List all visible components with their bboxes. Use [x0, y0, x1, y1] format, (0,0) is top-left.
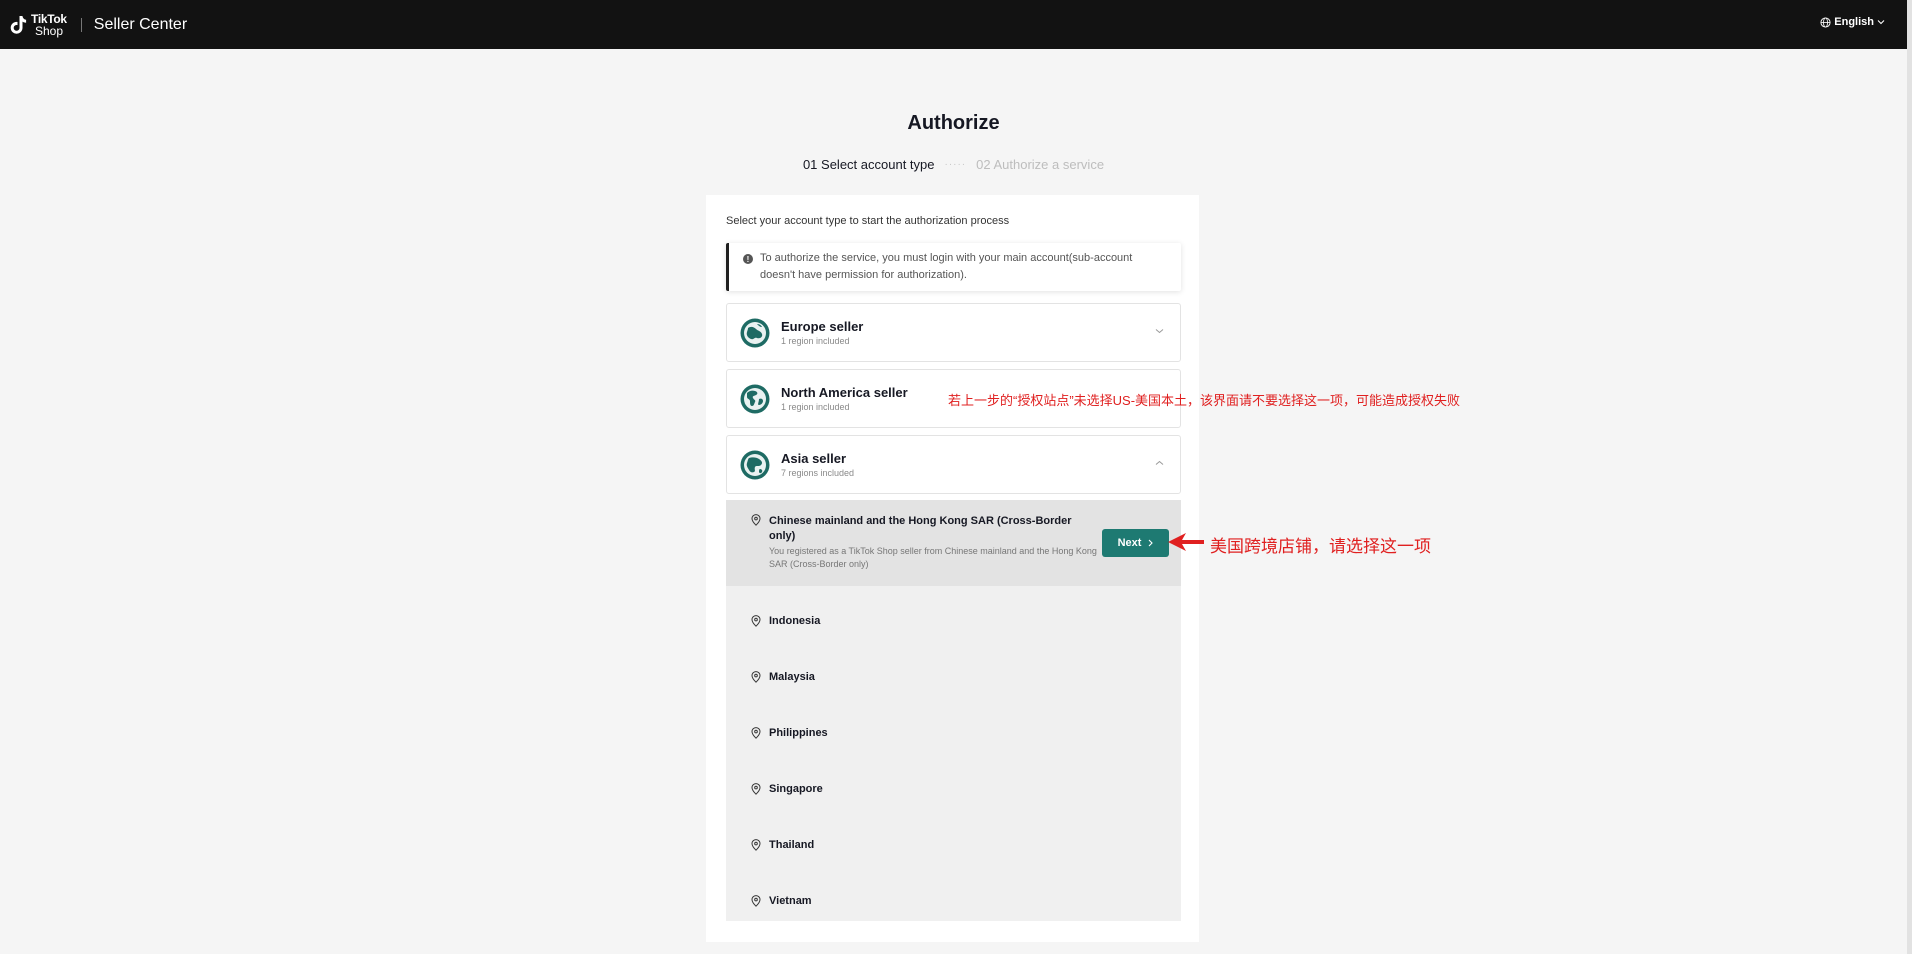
seller-name: North America seller — [781, 385, 908, 400]
seller-option-asia[interactable]: Asia seller 7 regions included — [726, 435, 1181, 494]
page-title: Authorize — [907, 112, 1000, 134]
region-name: Philippines — [769, 727, 828, 739]
location-pin-icon — [751, 839, 761, 851]
tiktok-shop-logo[interactable]: TikTok Shop — [10, 13, 67, 37]
page-scrollbar[interactable] — [1907, 0, 1912, 954]
language-selector[interactable]: English — [1820, 16, 1885, 28]
tiktok-logo-icon — [10, 15, 27, 34]
language-label: English — [1834, 16, 1874, 28]
logo-line2: Shop — [35, 23, 64, 38]
notice-line-1: To authorize the service, you must login… — [760, 252, 1133, 264]
account-type-card: Select your account type to start the au… — [706, 195, 1199, 942]
seller-region-count: 1 region included — [781, 402, 850, 412]
region-item-vietnam[interactable]: Vietnam — [726, 881, 1181, 921]
step-1: 01 Select account type — [802, 157, 935, 172]
top-bar: TikTok Shop Seller Center English — [0, 0, 1907, 49]
location-pin-icon — [751, 615, 761, 627]
region-name: Vietnam — [769, 895, 812, 907]
region-item-thailand[interactable]: Thailand — [726, 825, 1181, 865]
region-name: Thailand — [769, 839, 815, 851]
asia-region-list: Chinese mainland and the Hong Kong SAR (… — [726, 500, 1181, 921]
step-indicator: 01 Select account type ····· 02 Authoriz… — [0, 157, 1907, 172]
header-divider — [80, 17, 82, 32]
globe-asia-icon — [740, 450, 770, 479]
red-arrow-icon — [1168, 533, 1204, 551]
region-title: Chinese mainland and the Hong Kong SAR (… — [769, 515, 1072, 542]
cross-border-annotation: 美国跨境店铺，请选择这一项 — [1210, 537, 1431, 556]
region-item-selected[interactable]: Chinese mainland and the Hong Kong SAR (… — [726, 500, 1181, 586]
region-item-malaysia[interactable]: Malaysia — [726, 657, 1181, 697]
seller-option-europe[interactable]: Europe seller 1 region included — [726, 303, 1181, 362]
globe-europe-icon — [740, 318, 770, 347]
region-name: Malaysia — [769, 671, 815, 683]
globe-icon — [1820, 16, 1831, 28]
app-title: Seller Center — [93, 15, 188, 33]
location-pin-icon — [751, 895, 761, 907]
region-item-indonesia[interactable]: Indonesia — [726, 601, 1181, 641]
seller-name: Europe seller — [781, 319, 864, 334]
next-button-label: Next — [1117, 537, 1142, 549]
location-pin-icon — [751, 514, 761, 526]
region-description: You registered as a TikTok Shop seller f… — [769, 546, 1097, 569]
region-item-singapore[interactable]: Singapore — [726, 769, 1181, 809]
step-2: 02 Authorize a service — [976, 157, 1105, 172]
north-america-annotation: 若上一步的“授权站点”未选择US-美国本土，该界面请不要选择这一项，可能造成授权… — [948, 393, 1461, 408]
main-account-notice: ! To authorize the service, you must log… — [726, 243, 1181, 291]
card-intro: Select your account type to start the au… — [726, 215, 1010, 227]
chevron-up-icon — [1155, 460, 1164, 465]
chevron-down-icon — [1155, 329, 1164, 334]
logo-line1: TikTok — [31, 11, 67, 26]
region-name: Singapore — [769, 783, 823, 795]
notice-line-2: doesn't have permission for authorizatio… — [760, 269, 967, 281]
next-button[interactable]: Next — [1102, 529, 1169, 557]
region-name: Indonesia — [769, 615, 821, 627]
info-icon: ! — [743, 254, 753, 264]
region-item-philippines[interactable]: Philippines — [726, 713, 1181, 753]
location-pin-icon — [751, 671, 761, 683]
step-separator: ····· — [944, 159, 967, 170]
seller-region-count: 1 region included — [781, 336, 850, 346]
seller-name: Asia seller — [781, 451, 847, 466]
seller-region-count: 7 regions included — [781, 468, 855, 478]
globe-americas-icon — [740, 384, 770, 413]
location-pin-icon — [751, 783, 761, 795]
location-pin-icon — [751, 727, 761, 739]
chevron-right-icon — [1149, 539, 1154, 547]
chevron-down-icon — [1877, 20, 1885, 25]
